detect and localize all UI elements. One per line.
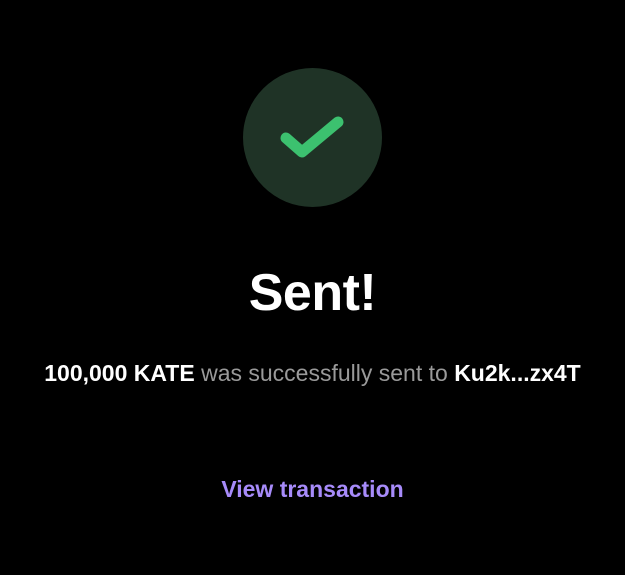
amount-text: 100,000 KATE — [44, 360, 195, 386]
send-success-screen: Sent! 100,000 KATE was successfully sent… — [0, 0, 625, 575]
view-transaction-link[interactable]: View transaction — [0, 474, 625, 504]
checkmark-icon — [280, 114, 346, 162]
success-message: 100,000 KATE was successfully sent to Ku… — [0, 356, 625, 390]
page-title: Sent! — [248, 264, 377, 322]
message-text: was successfully sent to — [194, 360, 455, 386]
recipient-address: Ku2k...zx4T — [454, 360, 581, 386]
success-badge — [243, 68, 382, 207]
